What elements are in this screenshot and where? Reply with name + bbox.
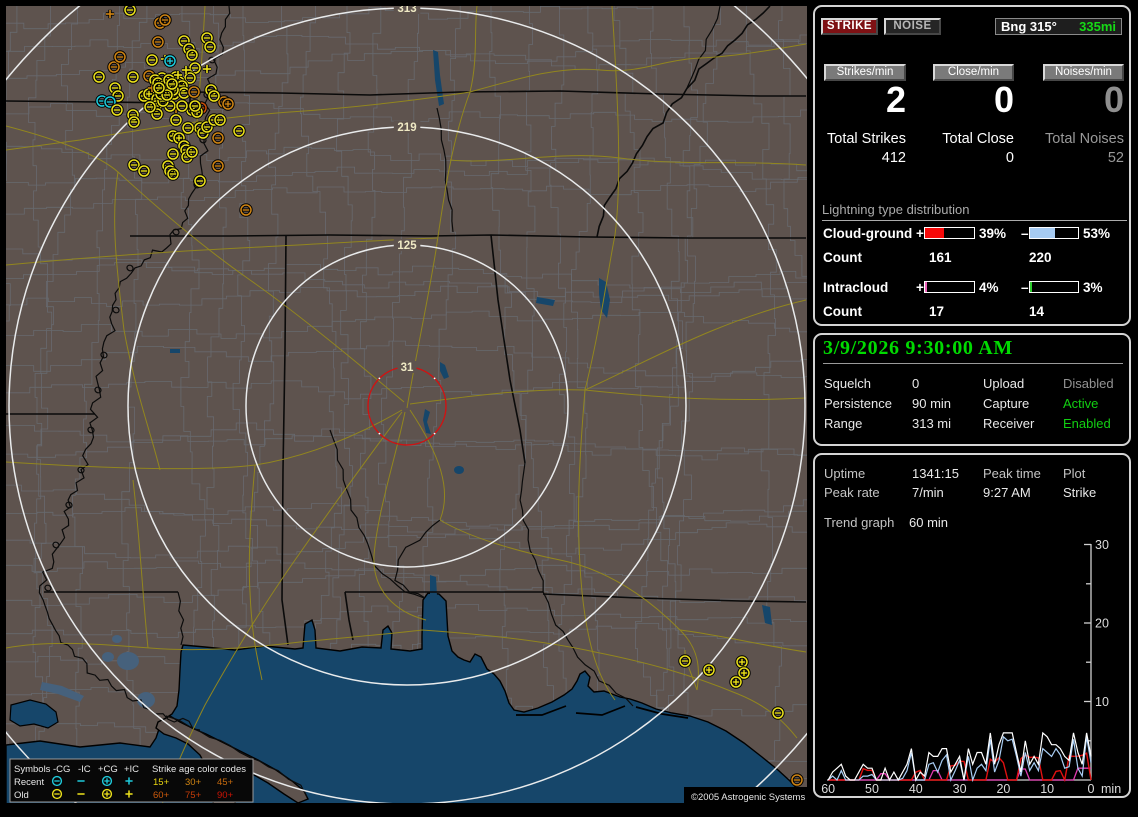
svg-text:©2005 Astrogenic Systems: ©2005 Astrogenic Systems <box>691 792 805 803</box>
svg-text:Recent: Recent <box>14 777 44 788</box>
svg-text:125: 125 <box>397 240 417 252</box>
svg-text:15+: 15+ <box>153 777 170 788</box>
svg-text:90+: 90+ <box>217 790 234 801</box>
svg-text:0: 0 <box>1088 782 1095 796</box>
svg-text:min: min <box>1101 782 1121 796</box>
svg-text:-CG: -CG <box>53 764 70 775</box>
svg-text:+CG: +CG <box>98 764 118 775</box>
svg-text:60+: 60+ <box>153 790 170 801</box>
svg-text:219: 219 <box>397 122 416 134</box>
svg-text:Symbols: Symbols <box>14 764 51 775</box>
svg-text:20: 20 <box>996 782 1010 796</box>
svg-text:31: 31 <box>401 362 414 374</box>
svg-text:30: 30 <box>1095 538 1109 552</box>
svg-text:10: 10 <box>1040 782 1054 796</box>
svg-text:Strike age color codes: Strike age color codes <box>152 764 246 775</box>
svg-text:10: 10 <box>1095 695 1109 709</box>
svg-text:75+: 75+ <box>185 790 202 801</box>
svg-text:45+: 45+ <box>217 777 234 788</box>
svg-text:30: 30 <box>953 782 967 796</box>
svg-text:Old: Old <box>14 790 29 801</box>
svg-text:-IC: -IC <box>78 764 91 775</box>
svg-text:40: 40 <box>909 782 923 796</box>
svg-text:20: 20 <box>1095 617 1109 631</box>
svg-text:60: 60 <box>821 782 835 796</box>
svg-text:+IC: +IC <box>124 764 139 775</box>
svg-text:30+: 30+ <box>185 777 202 788</box>
svg-text:50: 50 <box>865 782 879 796</box>
